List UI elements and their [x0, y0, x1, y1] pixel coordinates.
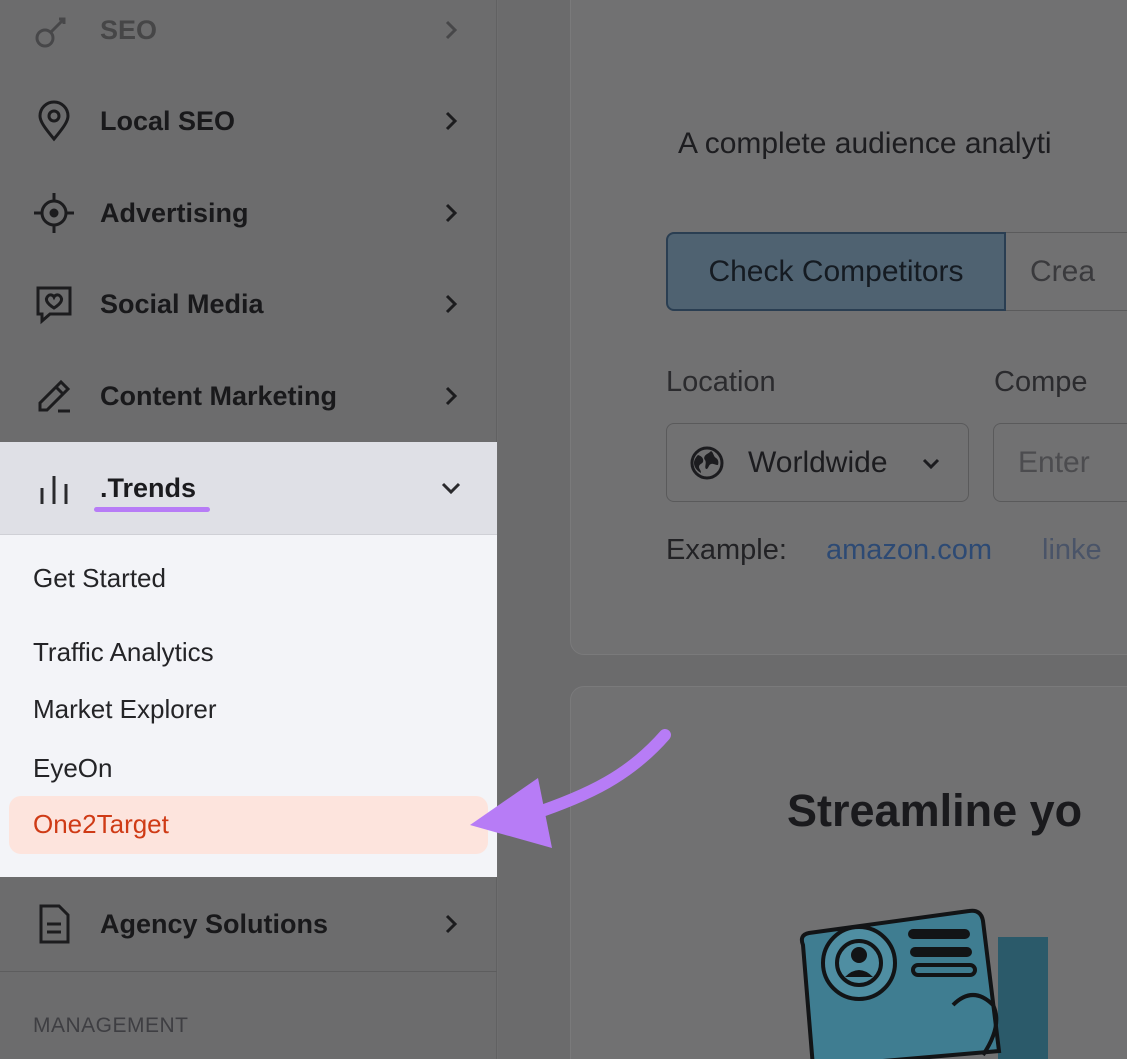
- sidebar-item-label: Agency Solutions: [100, 908, 329, 939]
- submenu-item-eyeon[interactable]: EyeOn: [33, 753, 113, 784]
- chat-heart-icon: [30, 280, 78, 328]
- sidebar-item-content-marketing[interactable]: Content Marketing: [0, 356, 497, 436]
- sidebar-divider: [0, 971, 497, 972]
- sidebar-item-local-seo[interactable]: Local SEO: [0, 81, 497, 161]
- example-link-amazon[interactable]: amazon.com: [826, 534, 992, 567]
- streamline-title: Streamline yo: [787, 785, 1083, 836]
- chevron-right-icon: [438, 200, 464, 226]
- location-value: Worldwide: [748, 445, 888, 479]
- competitor-input[interactable]: Enter: [993, 423, 1127, 502]
- target-icon: [30, 189, 78, 237]
- submenu-item-get-started[interactable]: Get Started: [33, 563, 166, 594]
- trends-underline: [94, 507, 210, 512]
- globe-icon: [690, 446, 724, 479]
- chevron-down-icon: [438, 475, 464, 501]
- sidebar-item-label: Advertising: [100, 197, 249, 228]
- trends-submenu: Get Started Traffic Analytics Market Exp…: [0, 535, 497, 877]
- chevron-right-icon: [438, 383, 464, 409]
- submenu-item-one2target[interactable]: One2Target: [9, 796, 488, 854]
- sidebar-item-label: Social Media: [100, 288, 264, 319]
- chevron-down-icon: [922, 458, 940, 469]
- card-subtitle: A complete audience analyti: [678, 127, 1052, 160]
- sidebar: SEO Local SEO Advertising Social Media C…: [0, 0, 497, 1059]
- bar-chart-icon: [30, 464, 78, 512]
- pencil-icon: [30, 372, 78, 420]
- location-pin-icon: [30, 97, 78, 145]
- sidebar-item-social-media[interactable]: Social Media: [0, 264, 497, 344]
- sidebar-item-label: Content Marketing: [100, 380, 338, 411]
- sidebar-item-label: SEO: [100, 14, 158, 45]
- main-content: A complete audience analyti Check Compet…: [498, 0, 1127, 1059]
- tab-check-competitors[interactable]: Check Competitors: [666, 232, 1006, 311]
- chevron-right-icon: [438, 17, 464, 43]
- example-label: Example:: [666, 534, 787, 566]
- submenu-item-market-explorer[interactable]: Market Explorer: [33, 694, 217, 725]
- submenu-item-label: One2Target: [33, 809, 169, 839]
- competitors-label: Compe: [994, 366, 1088, 398]
- document-icon: [30, 900, 78, 948]
- sidebar-item-trends[interactable]: .Trends: [0, 442, 497, 535]
- chevron-right-icon: [438, 291, 464, 317]
- chevron-right-icon: [438, 108, 464, 134]
- submenu-item-traffic-analytics[interactable]: Traffic Analytics: [33, 637, 214, 668]
- seo-icon: [30, 6, 78, 54]
- example-link-linked[interactable]: linke: [1042, 534, 1102, 567]
- chevron-right-icon: [438, 911, 464, 937]
- location-select[interactable]: Worldwide: [666, 423, 969, 502]
- location-label: Location: [666, 366, 776, 398]
- tab-create[interactable]: Crea: [1006, 232, 1127, 311]
- sidebar-item-advertising[interactable]: Advertising: [0, 173, 497, 253]
- section-label-management: MANAGEMENT: [33, 1014, 189, 1037]
- audience-illustration: [799, 908, 1048, 1059]
- sidebar-item-seo[interactable]: SEO: [0, 0, 497, 70]
- sidebar-item-agency-solutions[interactable]: Agency Solutions: [0, 884, 497, 964]
- sidebar-item-label: Local SEO: [100, 105, 236, 136]
- sidebar-item-label: .Trends: [100, 472, 197, 503]
